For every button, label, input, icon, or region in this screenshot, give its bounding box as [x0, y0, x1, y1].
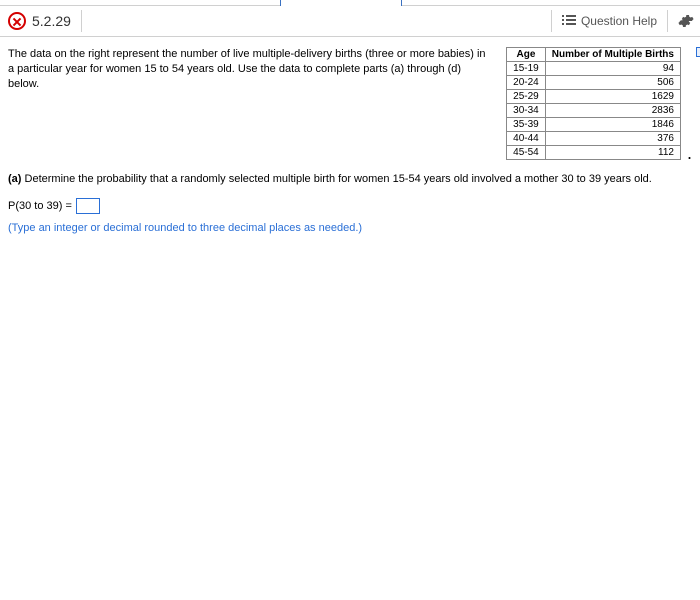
- popup-table-icon[interactable]: [696, 47, 700, 57]
- table-row: 20-24506: [507, 76, 681, 90]
- table-row: 45-54112: [507, 146, 681, 160]
- part-a-section: (a) Determine the probability that a ran…: [0, 164, 700, 238]
- value-cell: 376: [545, 132, 680, 146]
- table-row: 25-291629: [507, 90, 681, 104]
- age-cell: 25-29: [507, 90, 546, 104]
- value-cell: 112: [545, 146, 680, 160]
- table-header-age: Age: [507, 48, 546, 62]
- value-cell: 506: [545, 76, 680, 90]
- answer-input-p30to39[interactable]: [76, 198, 100, 214]
- age-cell: 30-34: [507, 104, 546, 118]
- table-row: 30-342836: [507, 104, 681, 118]
- question-help-button[interactable]: Question Help: [551, 10, 668, 32]
- part-a-question: Determine the probability that a randoml…: [21, 173, 651, 185]
- table-row: 35-391846: [507, 118, 681, 132]
- incorrect-icon: [8, 12, 26, 30]
- tab-strip: [0, 0, 700, 6]
- age-cell: 35-39: [507, 118, 546, 132]
- value-cell: 94: [545, 62, 680, 76]
- age-cell: 15-19: [507, 62, 546, 76]
- value-cell: 2836: [545, 104, 680, 118]
- table-header-births: Number of Multiple Births: [545, 48, 680, 62]
- part-a-label: (a): [8, 173, 21, 185]
- decorative-dot: .: [687, 148, 692, 158]
- age-cell: 20-24: [507, 76, 546, 90]
- table-row: 40-44376: [507, 132, 681, 146]
- question-number: 5.2.29: [32, 13, 71, 29]
- intro-text: The data on the right represent the numb…: [8, 47, 494, 92]
- header-bar: 5.2.29 Question Help: [0, 6, 700, 37]
- rounding-hint: (Type an integer or decimal rounded to t…: [8, 219, 692, 238]
- age-cell: 40-44: [507, 132, 546, 146]
- answer-prefix: P(30 to 39) =: [8, 197, 72, 216]
- value-cell: 1846: [545, 118, 680, 132]
- age-cell: 45-54: [507, 146, 546, 160]
- value-cell: 1629: [545, 90, 680, 104]
- question-help-label: Question Help: [581, 14, 657, 28]
- table-row: 15-1994: [507, 62, 681, 76]
- question-number-block: 5.2.29: [6, 10, 82, 32]
- gear-icon[interactable]: [678, 13, 694, 29]
- list-icon: [562, 15, 576, 27]
- data-table: Age Number of Multiple Births 15-199420-…: [506, 47, 681, 160]
